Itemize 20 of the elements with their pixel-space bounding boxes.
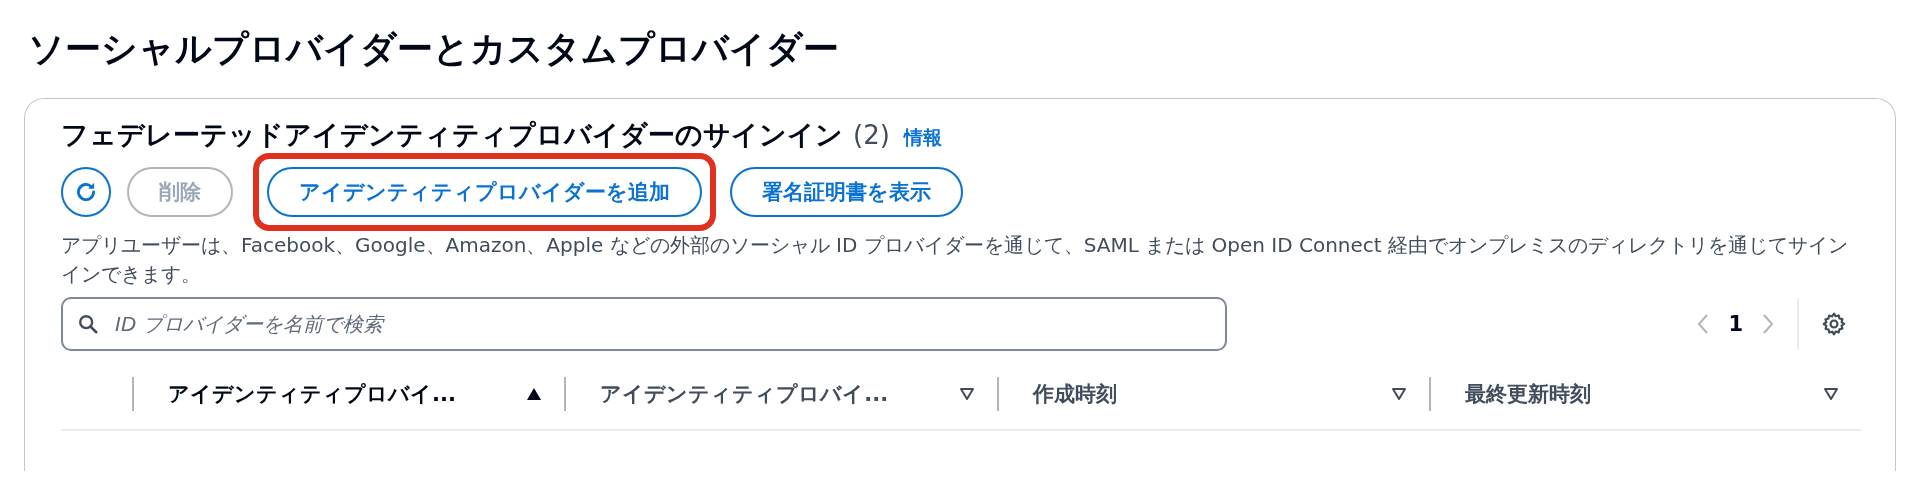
page-title: ソーシャルプロバイダーとカスタムプロバイダー	[28, 28, 840, 70]
item-count: (2)	[853, 120, 890, 150]
action-button[interactable]: アイデンティティプロバイダーを追加	[267, 167, 702, 217]
sort-ascending-icon	[526, 387, 543, 401]
settings-button[interactable]	[1821, 311, 1847, 337]
sort-icon	[958, 387, 975, 401]
panel-heading: フェデレーテッドアイデンティティプロバイダーのサインイン	[61, 118, 843, 152]
refresh-button[interactable]	[61, 167, 111, 217]
page-number[interactable]: 1	[1728, 312, 1743, 336]
search-field[interactable]: ID プロバイダーを名前で検索	[61, 297, 1227, 351]
column-header[interactable]: 最終更新時刻	[1428, 377, 1861, 411]
column-header[interactable]: アイデンティティプロバイ...	[564, 377, 997, 411]
column-header[interactable]: アイデンティティプロバイ...	[132, 377, 565, 411]
column-header[interactable]: 作成時刻	[996, 377, 1429, 411]
info-link[interactable]: 情報	[903, 125, 942, 151]
description-text: アプリユーザーは、Facebook、Google、Amazon、Apple などの外部のソーシャル ID プロバイダーを通じて、SAML または Open ID Connect 経由でオンプレミスのディレクトリを通じてサインインできます。	[61, 232, 1849, 288]
action-button[interactable]: 署名証明書を表示	[730, 167, 963, 217]
sort-icon	[1823, 387, 1839, 401]
sort-icon	[1390, 387, 1407, 401]
settings-icon	[1821, 311, 1847, 337]
